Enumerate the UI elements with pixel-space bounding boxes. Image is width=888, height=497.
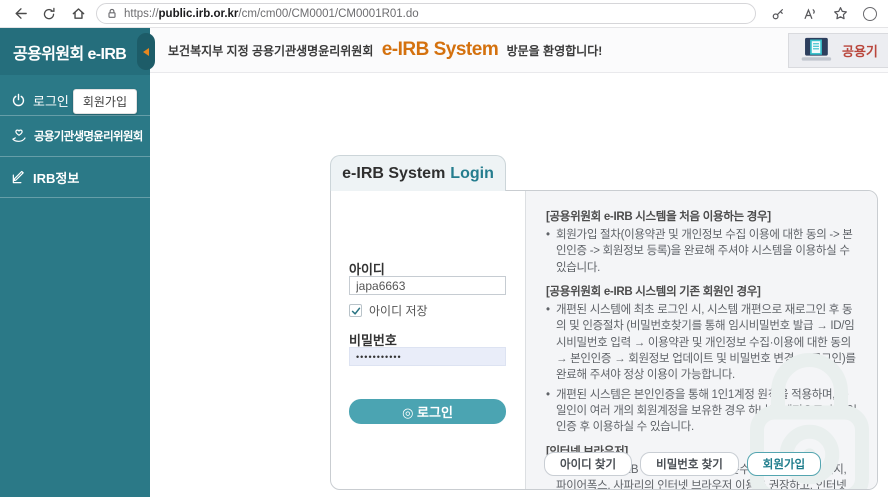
read-aloud-icon[interactable]	[801, 6, 817, 22]
address-bar[interactable]: https://public.irb.or.kr/cm/cm00/CM0001/…	[96, 3, 756, 24]
sidebar-divider	[0, 197, 150, 198]
sidebar-item-council[interactable]: 공용기관생명윤리위원회	[0, 121, 150, 151]
chevron-left-icon	[143, 48, 149, 56]
sidebar-divider	[0, 115, 150, 116]
browser-toolbar: https://public.irb.or.kr/cm/cm00/CM0001/…	[0, 0, 888, 28]
sidebar-title-text: 공용위원회 e-IRB	[13, 40, 126, 64]
info-heading: [공용위원회 e-IRB 시스템을 처음 이용하는 경우]	[546, 208, 857, 224]
save-id-checkbox[interactable]	[349, 304, 362, 317]
sidebar-title: 공용위원회 e-IRB	[0, 28, 150, 75]
sidebar-signup-button[interactable]: 회원가입	[73, 89, 137, 114]
check-icon	[351, 306, 361, 316]
info-bullet: 회원가입 절차(이용약관 및 개인정보 수집 이용에 대한 동의 -> 본인인증…	[546, 227, 857, 276]
sidebar-divider	[0, 156, 150, 157]
login-form: 아이디 아이디 저장 비밀번호 ◎ 로그인	[331, 191, 525, 489]
info-heading: [공용위원회 e-IRB 시스템의 기존 회원인 경우]	[546, 283, 857, 299]
find-id-button[interactable]: 아이디 찾기	[544, 452, 632, 476]
login-tab-title: e-IRB System	[342, 165, 445, 183]
laptop-icon	[799, 37, 833, 64]
refresh-icon[interactable]	[41, 6, 57, 22]
browser-action-icons	[770, 6, 869, 22]
welcome-text: 보건복지부 지정 공용기관생명윤리위원회 e-IRB System 방문을 환영…	[168, 39, 602, 61]
account-actions-row: 아이디 찾기 비밀번호 찾기 회원가입	[544, 452, 821, 476]
pencil-icon	[11, 170, 26, 185]
sidebar-council-label: 공용기관생명윤리위원회	[34, 128, 143, 144]
save-id-label: 아이디 저장	[369, 302, 428, 319]
sidebar-item-irb-info[interactable]: IRB정보	[0, 162, 150, 192]
back-icon[interactable]	[12, 6, 28, 22]
browser-nav-icons	[12, 6, 86, 22]
favorite-star-icon[interactable]	[832, 6, 848, 22]
login-info-panel: [공용위원회 e-IRB 시스템을 처음 이용하는 경우] 회원가입 절차(이용…	[525, 191, 877, 489]
url-text: https://public.irb.or.kr/cm/cm00/CM0001/…	[124, 8, 419, 20]
sidebar-login-label: 로그인	[33, 91, 69, 110]
login-tab-accent: Login	[450, 165, 494, 183]
lock-icon	[106, 7, 118, 20]
welcome-prefix: 보건복지부 지정 공용기관생명윤리위원회	[168, 44, 373, 58]
password-input[interactable]	[349, 347, 506, 366]
sidebar-irb-info-label: IRB정보	[33, 168, 79, 187]
home-icon[interactable]	[70, 6, 86, 22]
sidebar: 공용위원회 e-IRB 로그인 회원가입 공용기관생명윤리위원회 IRB정보	[0, 28, 150, 497]
key-icon[interactable]	[770, 6, 786, 22]
hand-heart-icon	[11, 128, 27, 144]
login-panel: 아이디 아이디 저장 비밀번호 ◎ 로그인 [공용위원회 e-IRB 시스템을 …	[330, 190, 878, 490]
signup-button[interactable]: 회원가입	[747, 452, 821, 476]
welcome-header: 보건복지부 지정 공용기관생명윤리위원회 e-IRB System 방문을 환영…	[150, 28, 888, 73]
find-password-button[interactable]: 비밀번호 찾기	[640, 452, 739, 476]
welcome-suffix: 방문을 환영합니다!	[507, 44, 603, 58]
info-section-first-time: [공용위원회 e-IRB 시스템을 처음 이용하는 경우] 회원가입 절차(이용…	[546, 208, 857, 276]
profile-icon[interactable]	[863, 7, 877, 21]
login-button[interactable]: ◎ 로그인	[349, 399, 506, 424]
id-input[interactable]	[349, 276, 506, 295]
header-right-button[interactable]: 공용기	[788, 33, 888, 68]
screen: https://public.irb.or.kr/cm/cm00/CM0001/…	[0, 0, 888, 497]
sidebar-collapse-button[interactable]	[137, 33, 155, 70]
header-right-button-label: 공용기	[842, 41, 878, 60]
brand-text: e-IRB System	[382, 39, 499, 60]
login-panel-tab: e-IRB System Login	[330, 155, 506, 191]
save-id-checkbox-row[interactable]: 아이디 저장	[349, 302, 428, 319]
power-icon	[11, 93, 26, 108]
